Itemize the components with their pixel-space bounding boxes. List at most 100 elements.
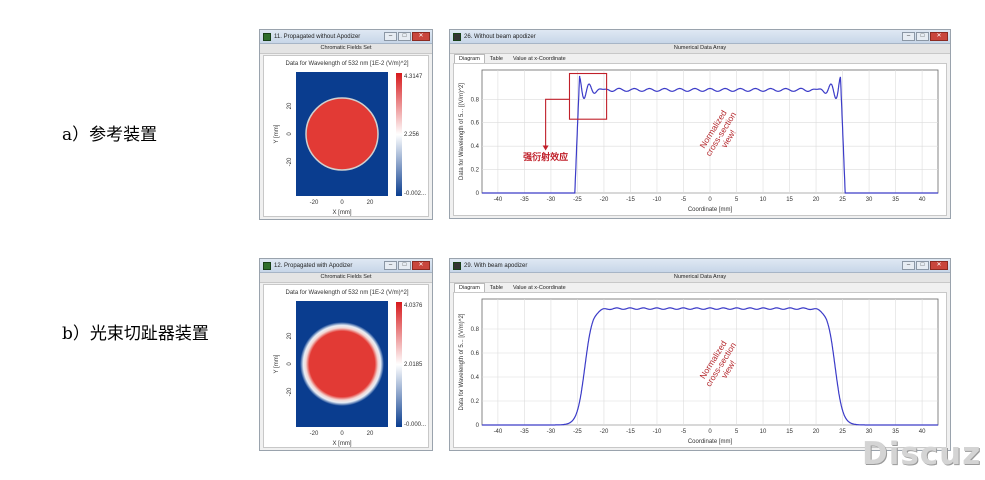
maximize-button[interactable]: □ (398, 261, 411, 270)
y-axis-label-a: Y [mm] (274, 124, 280, 143)
app-icon (263, 33, 271, 41)
beam-spot-a (305, 97, 379, 171)
x-tick: -20 (310, 431, 319, 437)
minimize-button[interactable]: – (384, 32, 397, 41)
plot-panel-b: -40 -35 -30 -25 -20 -15 -10 -5 0 5 10 15 20 25 30 35 40 0… (453, 292, 947, 448)
x-tick-label: 25 (839, 429, 846, 435)
x-tick-label: -35 (520, 197, 529, 203)
y-tick-label: 0.4 (471, 144, 480, 150)
minimize-button[interactable]: – (384, 261, 397, 270)
y-axis-label-b: Y [mm] (274, 354, 280, 373)
y-tick-label: 0.6 (471, 351, 480, 357)
x-tick-label: -30 (547, 429, 556, 435)
x-tick-label: 40 (919, 197, 926, 203)
close-button[interactable]: ✕ (930, 261, 948, 270)
colorbar-max-a: 4.3147 (404, 74, 423, 80)
cross-section-plot-b: -40 -35 -30 -25 -20 -15 -10 -5 0 5 10 15 20 25 30 35 40 0… (459, 298, 939, 445)
plot-panel-a: -40 -35 -30 -25 -20 -15 -10 -5 0 5 10 15 20 25 30 35 40 0… (453, 63, 947, 216)
callout-label: 强衍射效应 (523, 151, 568, 163)
x-tick-label: 30 (866, 429, 873, 435)
colorbar-min-b: -0.000... (404, 422, 426, 428)
maximize-button[interactable]: □ (916, 32, 929, 41)
field-window-b-header: Chromatic Fields Set (260, 273, 432, 283)
plot-window-b: 29. With beam apodizer – □ ✕ Numerical D… (449, 258, 951, 451)
row-a-label: a）参考装置 (62, 125, 158, 145)
x-tick-label: 15 (786, 197, 793, 203)
beam-spot-b (300, 322, 384, 406)
x-tick-label: 0 (708, 429, 712, 435)
x-tick: 0 (340, 431, 344, 437)
y-axis-label: Data for Wavelength of 5... [(V/m)^2] (459, 313, 465, 410)
x-tick-label: 30 (866, 197, 873, 203)
minimize-button[interactable]: – (902, 261, 915, 270)
x-tick-label: -5 (681, 429, 687, 435)
minimize-button[interactable]: – (902, 32, 915, 41)
y-tick: 0 (287, 132, 293, 136)
x-tick-label: -5 (681, 197, 687, 203)
close-button[interactable]: ✕ (930, 32, 948, 41)
plot-window-a-header: Numerical Data Array (450, 44, 950, 54)
y-tick-label: 0 (476, 423, 480, 429)
y-tick: 20 (287, 332, 293, 339)
x-tick-label: -40 (494, 429, 503, 435)
maximize-button[interactable]: □ (916, 261, 929, 270)
app-icon (453, 33, 461, 41)
x-tick: 20 (367, 431, 374, 437)
x-tick: 20 (367, 200, 374, 206)
colorbar-mid-b: 2.0185 (404, 362, 423, 368)
x-tick-label: 5 (735, 197, 739, 203)
field-window-b-titlebar[interactable]: 12. Propagated with Apodizer – □ ✕ (260, 259, 432, 273)
field-caption-a: Data for Wavelength of 532 nm [1E-2 (V/m… (286, 61, 409, 67)
x-tick: -20 (310, 200, 319, 206)
x-tick-label: 40 (919, 429, 926, 435)
y-tick: -20 (287, 387, 293, 396)
colorbar-min-a: -0.002... (404, 191, 426, 197)
plot-window-a-title: 26. Without beam apodizer (464, 34, 536, 40)
colorbar-b (396, 302, 402, 427)
y-tick: 20 (287, 102, 293, 109)
field-window-b-title: 12. Propagated with Apodizer (274, 263, 353, 269)
x-tick-label: 25 (839, 197, 846, 203)
x-tick-label: 10 (760, 429, 767, 435)
field-window-a-titlebar[interactable]: 11. Propagated without Apodizer – □ ✕ (260, 30, 432, 44)
x-tick-label: -40 (494, 197, 503, 203)
row-b-label: b）光束切趾器装置 (62, 324, 209, 344)
app-icon (453, 262, 461, 270)
x-tick-label: -10 (653, 197, 662, 203)
y-tick-label: 0.2 (471, 399, 480, 405)
field-plot-a: Data for Wavelength of 532 nm [1E-2 (V/m… (274, 61, 426, 216)
field-window-a: 11. Propagated without Apodizer – □ ✕ Ch… (259, 29, 433, 220)
field-plot-b: Data for Wavelength of 532 nm [1E-2 (V/m… (274, 290, 426, 447)
close-button[interactable]: ✕ (412, 32, 430, 41)
x-tick-label: -15 (626, 197, 635, 203)
x-tick-label: -35 (520, 429, 529, 435)
x-tick-label: 20 (813, 197, 820, 203)
plot-window-a: 26. Without beam apodizer – □ ✕ Numerica… (449, 29, 951, 219)
y-axis-label: Data for Wavelength of 5... [(V/m)^2] (459, 83, 465, 180)
plot-window-a-titlebar[interactable]: 26. Without beam apodizer – □ ✕ (450, 30, 950, 44)
y-tick-label: 0.4 (471, 375, 480, 381)
x-tick-label: -10 (653, 429, 662, 435)
x-tick-label: 0 (708, 197, 712, 203)
colorbar-mid-a: 2.256 (404, 132, 420, 138)
x-tick-label: -20 (600, 429, 609, 435)
plot-window-b-title: 29. With beam apodizer (464, 263, 528, 269)
plot-window-b-titlebar[interactable]: 29. With beam apodizer – □ ✕ (450, 259, 950, 273)
y-tick-label: 0.8 (471, 97, 480, 103)
x-tick-label: -25 (573, 429, 582, 435)
app-icon (263, 262, 271, 270)
field-panel-a: Data for Wavelength of 532 nm [1E-2 (V/m… (263, 55, 429, 217)
x-axis-label-b: X [mm] (333, 441, 352, 447)
x-tick-label: -25 (573, 197, 582, 203)
y-tick-label: 0 (476, 191, 480, 197)
field-window-a-title: 11. Propagated without Apodizer (274, 34, 361, 40)
x-axis-label: Coordinate [mm] (688, 207, 733, 213)
x-tick-label: 15 (786, 429, 793, 435)
x-tick-label: -15 (626, 429, 635, 435)
y-tick-label: 0.2 (471, 168, 480, 174)
maximize-button[interactable]: □ (398, 32, 411, 41)
x-axis-label: Coordinate [mm] (688, 439, 733, 445)
close-button[interactable]: ✕ (412, 261, 430, 270)
x-axis-label-a: X [mm] (333, 210, 352, 216)
colorbar-a (396, 73, 402, 196)
